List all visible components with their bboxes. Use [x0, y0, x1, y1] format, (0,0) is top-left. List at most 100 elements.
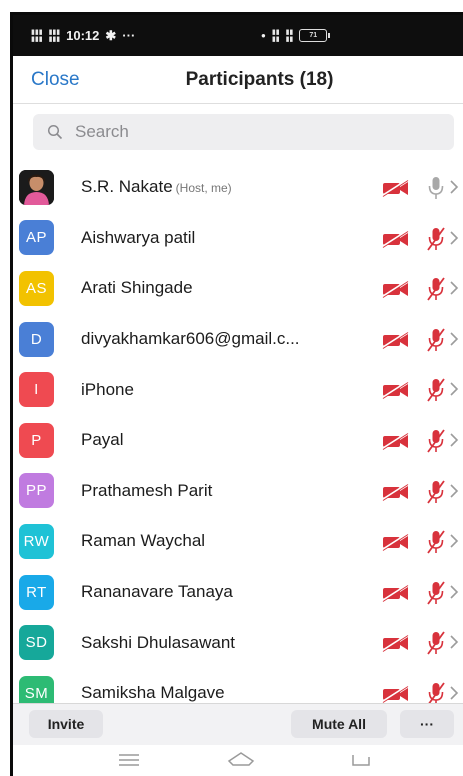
- screenshot-frame: ▮▮▮ ▮▮▮ ▮▮▮ ▮▮▮ 10:12 ✱ ··· ● ▮▮ ▮▮ ▮▮ ▮▮ 71…: [0, 0, 463, 776]
- video-off-icon: [381, 179, 409, 197]
- participant-name-text: Samiksha Malgave: [81, 683, 225, 703]
- signal-icon-2: ▮▮▮ ▮▮▮: [48, 28, 61, 43]
- participant-list: S.R. Nakate (Host, me) AP Aishwarya patil: [13, 162, 463, 719]
- home-icon[interactable]: [227, 750, 255, 768]
- participant-row[interactable]: AS Arati Shingade: [13, 263, 463, 314]
- video-off-icon: [381, 583, 409, 602]
- alarm-icon: ●: [261, 31, 266, 40]
- avatar: D: [19, 321, 54, 357]
- participant-name-text: divyakhamkar606@gmail.c...: [81, 329, 300, 349]
- video-off-icon: [381, 229, 409, 248]
- header: Close Participants (18): [13, 56, 463, 104]
- signal-icon: ▮▮▮ ▮▮▮: [31, 28, 43, 43]
- mic-muted-icon: [427, 631, 445, 655]
- invite-button[interactable]: Invite: [29, 710, 103, 738]
- status-time: 10:12: [66, 28, 100, 43]
- avatar-photo: [19, 169, 54, 205]
- mute-all-button[interactable]: Mute All: [291, 710, 387, 738]
- search-box[interactable]: [33, 114, 454, 150]
- chevron-right-icon[interactable]: [449, 634, 459, 650]
- search-container: [13, 104, 463, 158]
- participant-name: divyakhamkar606@gmail.c...: [81, 329, 303, 349]
- system-nav-bar: [13, 745, 463, 776]
- participant-name: Arati Shingade: [81, 278, 196, 298]
- participant-row[interactable]: PP Prathamesh Parit: [13, 466, 463, 517]
- phone-screen: ▮▮▮ ▮▮▮ ▮▮▮ ▮▮▮ 10:12 ✱ ··· ● ▮▮ ▮▮ ▮▮ ▮▮ 71…: [10, 12, 463, 776]
- video-off-icon: [381, 685, 409, 703]
- profile-photo: [19, 169, 54, 205]
- more-button[interactable]: ···: [400, 710, 454, 738]
- speed-icon: ▮▮ ▮▮: [285, 28, 294, 43]
- video-off-icon: [381, 381, 409, 400]
- search-icon: [47, 124, 63, 140]
- chevron-right-icon[interactable]: [449, 230, 459, 246]
- participant-name-text: S.R. Nakate: [81, 177, 173, 197]
- menu-icon[interactable]: [118, 753, 140, 767]
- video-off-icon: [381, 432, 409, 450]
- avatar: I: [19, 372, 54, 408]
- participant-name: Samiksha Malgave: [81, 683, 228, 703]
- avatar: P: [19, 422, 54, 458]
- chevron-right-icon[interactable]: [449, 483, 459, 499]
- mic-muted-icon: [427, 227, 445, 251]
- avatar: SD: [19, 625, 54, 661]
- search-input[interactable]: [73, 121, 377, 143]
- participant-name: Sakshi Dhulasawant: [81, 633, 238, 653]
- participant-row[interactable]: SD Sakshi Dhulasawant: [13, 617, 463, 668]
- participant-name: Raman Waychal: [81, 531, 208, 551]
- chevron-right-icon[interactable]: [449, 685, 459, 701]
- mic-muted-icon: [427, 429, 445, 453]
- video-off-icon: [381, 330, 409, 349]
- mic-muted-icon: [427, 328, 445, 352]
- chevron-right-icon[interactable]: [449, 381, 459, 397]
- status-dots: ···: [122, 28, 136, 43]
- participant-name: Payal: [81, 430, 127, 450]
- mic-muted-icon: [427, 530, 445, 554]
- video-off-icon: [381, 533, 409, 552]
- bottom-toolbar: Invite Mute All ···: [13, 703, 463, 745]
- video-off-icon: [381, 634, 409, 653]
- participant-row[interactable]: RT Rananavare Tanaya: [13, 567, 463, 618]
- chevron-right-icon[interactable]: [449, 432, 459, 448]
- participant-name: Aishwarya patil: [81, 228, 198, 248]
- volte-icon: ▮▮ ▮▮: [271, 28, 280, 43]
- participant-name-text: Raman Waychal: [81, 531, 206, 551]
- participant-row[interactable]: P Payal: [13, 415, 463, 466]
- avatar: AS: [19, 270, 54, 306]
- video-off-icon: [381, 280, 409, 299]
- participant-row[interactable]: D divyakhamkar606@gmail.c...: [13, 314, 463, 365]
- participant-name: Prathamesh Parit: [81, 481, 215, 501]
- participant-name-text: Sakshi Dhulasawant: [81, 632, 236, 652]
- participant-name: Rananavare Tanaya: [81, 582, 236, 602]
- mic-muted-icon: [427, 277, 445, 301]
- mic-muted-icon: [427, 480, 445, 504]
- mic-muted-icon: [427, 581, 445, 605]
- avatar: PP: [19, 473, 54, 509]
- gear-icon: ✱: [105, 27, 117, 43]
- back-icon[interactable]: [349, 753, 371, 767]
- chevron-right-icon[interactable]: [449, 280, 459, 296]
- participant-name: iPhone: [81, 380, 137, 400]
- participant-name-text: Arati Shingade: [81, 278, 193, 298]
- avatar: RT: [19, 574, 54, 610]
- participant-name-text: Payal: [81, 430, 124, 450]
- participant-name: S.R. Nakate (Host, me): [81, 177, 232, 197]
- participant-row[interactable]: S.R. Nakate (Host, me): [13, 162, 463, 213]
- participant-name-text: iPhone: [81, 379, 134, 399]
- status-right: ● ▮▮ ▮▮ ▮▮ ▮▮ 71: [261, 28, 331, 43]
- status-left: ▮▮▮ ▮▮▮ ▮▮▮ ▮▮▮ 10:12 ✱ ···: [31, 28, 231, 44]
- participant-name-text: Rananavare Tanaya: [81, 582, 233, 602]
- avatar: RW: [19, 523, 54, 559]
- participant-row[interactable]: RW Raman Waychal: [13, 516, 463, 567]
- battery-icon: 71: [299, 29, 331, 42]
- page-title: Participants (18): [185, 68, 334, 90]
- chevron-right-icon[interactable]: [449, 533, 459, 549]
- participant-name-text: Prathamesh Parit: [81, 480, 213, 500]
- participant-row[interactable]: I iPhone: [13, 364, 463, 415]
- chevron-right-icon[interactable]: [449, 179, 459, 195]
- mic-icon: [428, 177, 444, 199]
- chevron-right-icon[interactable]: [449, 584, 459, 600]
- participant-row[interactable]: AP Aishwarya patil: [13, 213, 463, 264]
- chevron-right-icon[interactable]: [449, 331, 459, 347]
- participant-role: (Host, me): [175, 181, 232, 196]
